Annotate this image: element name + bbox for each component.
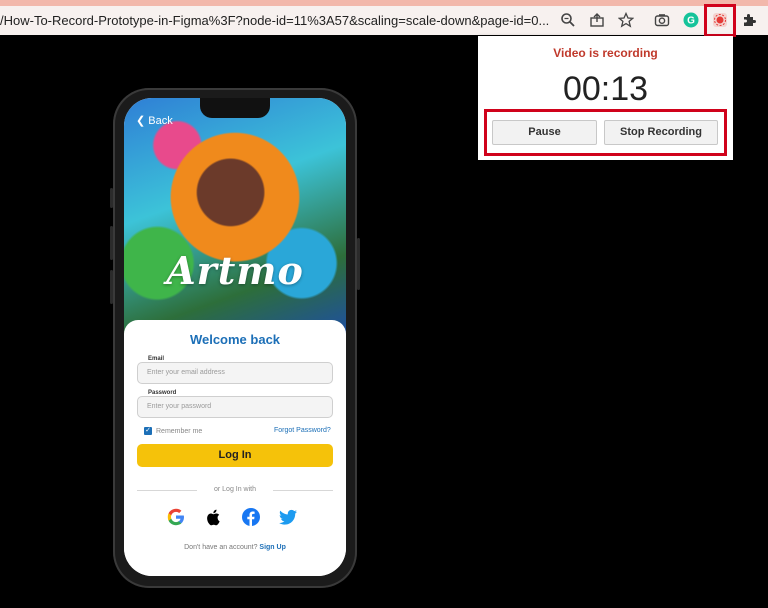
grammarly-icon[interactable]: G <box>681 10 701 30</box>
twitter-icon[interactable] <box>277 506 299 528</box>
password-field[interactable]: Enter your password <box>137 396 333 418</box>
recording-popup: Video is recording 00:13 Pause Stop Reco… <box>478 36 733 160</box>
signup-prompt: Don't have an account? Sign Up <box>124 544 346 551</box>
or-login-with: or Log In with <box>213 486 257 493</box>
apple-icon[interactable] <box>203 506 225 528</box>
password-label: Password <box>146 390 179 396</box>
phone-volume-up <box>110 226 113 260</box>
address-bar-url[interactable]: /How-To-Record-Prototype-in-Figma%3F?nod… <box>0 6 550 35</box>
remember-me[interactable]: ✓ Remember me <box>144 427 202 435</box>
login-card: Welcome back Email Enter your email addr… <box>124 320 346 576</box>
phone-screen: ❮ Back Artmo Welcome back Email Enter yo… <box>124 98 346 576</box>
recording-status: Video is recording <box>553 46 658 60</box>
back-label: Back <box>148 115 173 127</box>
phone-volume-down <box>110 270 113 304</box>
chevron-left-icon: ❮ <box>136 115 146 127</box>
pause-button[interactable]: Pause <box>492 120 597 145</box>
puzzle-icon[interactable] <box>739 10 759 30</box>
facebook-icon[interactable] <box>240 506 262 528</box>
no-account-text: Don't have an account? <box>184 544 258 551</box>
phone-mute-switch <box>110 188 113 208</box>
phone-power-button <box>357 238 360 290</box>
star-icon[interactable] <box>616 10 636 30</box>
signup-link[interactable]: Sign Up <box>259 544 285 551</box>
phone-notch <box>200 98 270 118</box>
email-field[interactable]: Enter your email address <box>137 362 333 384</box>
google-icon[interactable] <box>165 506 187 528</box>
share-icon[interactable] <box>587 10 607 30</box>
zoom-icon[interactable] <box>558 10 578 30</box>
screen-recorder-icon[interactable] <box>710 10 730 30</box>
stop-recording-button[interactable]: Stop Recording <box>604 120 718 145</box>
welcome-heading: Welcome back <box>189 332 281 347</box>
recording-timer: 00:13 <box>562 70 649 108</box>
forgot-password-link[interactable]: Forgot Password? <box>274 427 331 434</box>
camera-icon[interactable] <box>652 10 672 30</box>
back-button[interactable]: ❮ Back <box>136 114 173 127</box>
remember-label: Remember me <box>156 427 203 435</box>
login-button[interactable]: Log In <box>137 444 333 467</box>
hero-artwork <box>124 98 346 334</box>
app-logo: Artmo <box>166 248 304 293</box>
checkbox-checked-icon[interactable]: ✓ <box>144 427 152 435</box>
email-label: Email <box>146 356 167 362</box>
svg-text:G: G <box>687 16 695 27</box>
